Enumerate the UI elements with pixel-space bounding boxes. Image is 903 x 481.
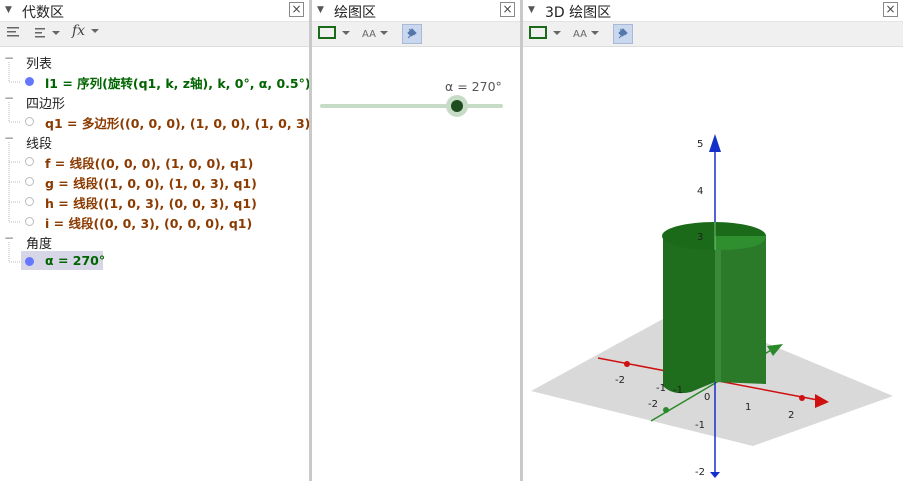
expression-h[interactable]: h = 线段((1, 0, 3), (0, 0, 3), q1) [45, 193, 257, 212]
expression-i[interactable]: i = 线段((0, 0, 3), (0, 0, 0), q1) [45, 213, 252, 232]
z-tick-label: -2 [695, 467, 705, 478]
fx-menu-button[interactable]: fx [72, 23, 100, 41]
z-tick-label: 4 [697, 186, 703, 197]
algebra-toolbar: fx [0, 22, 309, 47]
pin-button[interactable] [402, 24, 422, 44]
category-label: 四边形 [26, 97, 66, 112]
y-tick-label: -2 [648, 399, 658, 410]
graphics2d-toolbar: AA [312, 22, 520, 47]
collapse-triangle-icon[interactable]: ▼ [5, 5, 12, 15]
x-tick-label: 2 [788, 410, 794, 421]
graphics3d-titlebar: ▼ 3D 绘图区 × [523, 0, 903, 22]
list-item[interactable]: h = 线段((1, 0, 3), (0, 0, 3), q1) [0, 191, 309, 211]
category-angle[interactable]: − 角度 [0, 231, 309, 252]
algebra-titlebar: ▼ 代数区 × [0, 0, 309, 22]
z-axis-arrow-icon [709, 134, 721, 152]
collapse-triangle-icon[interactable]: ▼ [317, 5, 324, 15]
font-size-button[interactable]: AA [573, 27, 600, 45]
expression-g[interactable]: g = 线段((1, 0, 0), (1, 0, 3), q1) [45, 173, 257, 192]
description-mode-icon[interactable] [6, 25, 20, 43]
list-item[interactable]: α = 270° [0, 251, 309, 271]
list-item[interactable]: i = 线段((0, 0, 3), (0, 0, 0), q1) [0, 211, 309, 231]
algebra-title: 代数区 [22, 5, 64, 21]
graphics2d-title: 绘图区 [334, 5, 376, 21]
z-tick-label: 3 [697, 232, 703, 243]
category-quadrilateral[interactable]: − 四边形 [0, 91, 309, 112]
expression-f[interactable]: f = 线段((0, 0, 0), (1, 0, 0), q1) [45, 153, 253, 172]
3d-scene[interactable]: 5 4 3 -1 -2 -2 -1 1 2 -2 -1 0 [523, 46, 903, 481]
expression-l1[interactable]: l1 = 序列(旋转(q1, k, z轴), k, 0°, α, 0.5°) [45, 73, 309, 92]
alpha-slider[interactable] [320, 104, 503, 108]
font-size-label: AA [573, 29, 587, 40]
pin-button[interactable] [613, 24, 633, 44]
graphics3d-toolbar: AA [523, 22, 903, 47]
rotation-solid [662, 222, 766, 394]
list-item[interactable]: g = 线段((1, 0, 0), (1, 0, 3), q1) [0, 171, 309, 191]
list-item[interactable]: q1 = 多边形((0, 0, 0), (1, 0, 0), (1, 0, 3)… [0, 111, 309, 131]
fx-label: fx [72, 23, 86, 39]
list-item[interactable]: l1 = 序列(旋转(q1, k, z轴), k, 0°, α, 0.5°) [0, 71, 309, 91]
z-tick-label: 5 [697, 139, 703, 150]
close-icon[interactable]: × [883, 2, 898, 17]
origin-label: 0 [704, 392, 710, 403]
x-tick-label: 1 [745, 402, 751, 413]
category-segment[interactable]: − 线段 [0, 131, 309, 152]
graphics3d-title: 3D 绘图区 [545, 5, 612, 21]
list-item[interactable]: f = 线段((0, 0, 0), (1, 0, 0), q1) [0, 151, 309, 171]
tree-lines [8, 62, 21, 263]
close-icon[interactable]: × [289, 2, 304, 17]
x-tick-label: -2 [615, 375, 625, 386]
algebra-panel: ▼ 代数区 × fx − 列表 l1 = 序列(旋转(q1, k, z轴), k… [0, 0, 309, 481]
x-tick-label: -1 [656, 383, 666, 394]
close-icon[interactable]: × [500, 2, 515, 17]
z-axis-bottom-arrow-icon [710, 472, 720, 478]
background-color-button[interactable] [529, 26, 565, 44]
graphics2d-titlebar: ▼ 绘图区 × [312, 0, 520, 22]
graphics2d-panel: ▼ 绘图区 × AA α = 270° [312, 0, 520, 481]
expression-q1[interactable]: q1 = 多边形((0, 0, 0), (1, 0, 0), (1, 0, 3)… [45, 113, 309, 132]
z-tick-label: -1 [695, 420, 705, 431]
slider-label: α = 270° [445, 79, 502, 94]
category-list[interactable]: − 列表 [0, 51, 309, 72]
expression-alpha[interactable]: α = 270° [45, 253, 105, 268]
font-size-label: AA [362, 29, 376, 40]
collapse-triangle-icon[interactable]: ▼ [528, 5, 535, 15]
font-size-button[interactable]: AA [362, 27, 389, 45]
graphics3d-panel: ▼ 3D 绘图区 × AA 5 4 3 -1 -2 -2 -1 1 2 -2 -… [523, 0, 903, 481]
y-tick-label: -1 [673, 385, 683, 396]
background-color-button[interactable] [318, 26, 354, 44]
sort-icon[interactable] [34, 25, 62, 43]
slider-handle[interactable] [446, 95, 468, 117]
